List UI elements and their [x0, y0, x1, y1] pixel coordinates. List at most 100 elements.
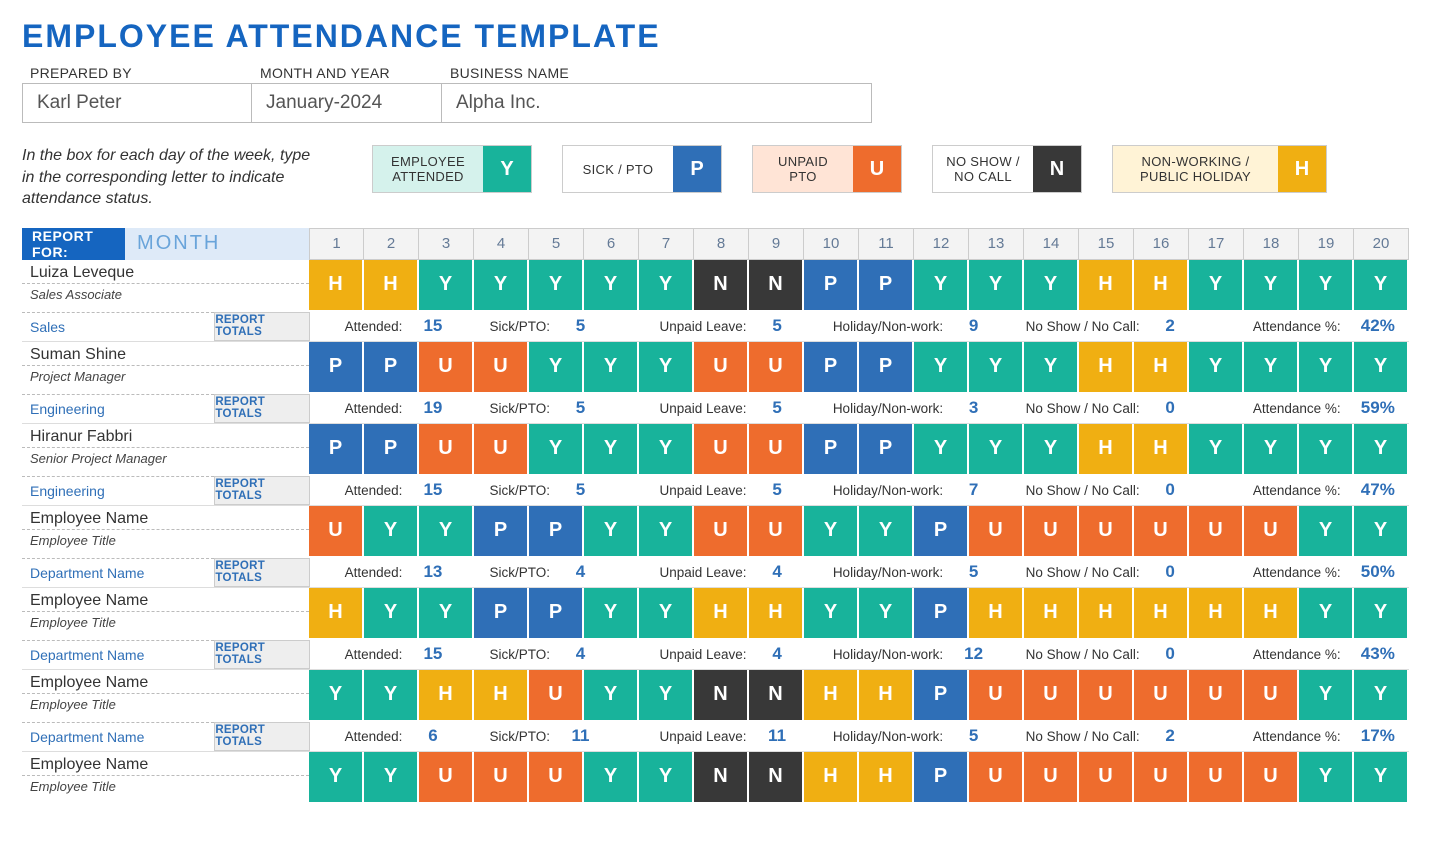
attendance-cell[interactable]: Y [914, 342, 969, 394]
attendance-cell[interactable]: Y [1354, 588, 1409, 640]
attendance-cell[interactable]: Y [309, 752, 364, 804]
attendance-cell[interactable]: Y [1024, 342, 1079, 394]
attendance-cell[interactable]: Y [529, 260, 584, 312]
employee-name[interactable]: Hiranur Fabbri [22, 424, 309, 448]
attendance-cell[interactable]: U [474, 424, 529, 476]
attendance-cell[interactable]: N [749, 670, 804, 722]
attendance-cell[interactable]: Y [859, 588, 914, 640]
attendance-cell[interactable]: U [1079, 670, 1134, 722]
attendance-cell[interactable]: U [1244, 506, 1299, 558]
employee-name[interactable]: Employee Name [22, 506, 309, 530]
department[interactable]: Sales [22, 312, 214, 341]
attendance-cell[interactable]: Y [584, 670, 639, 722]
department[interactable]: Engineering [22, 476, 214, 505]
attendance-cell[interactable]: H [969, 588, 1024, 640]
employee-name[interactable]: Luiza Leveque [22, 260, 309, 284]
attendance-cell[interactable]: U [1244, 752, 1299, 804]
attendance-cell[interactable]: Y [584, 260, 639, 312]
employee-title[interactable]: Employee Title [22, 694, 309, 716]
attendance-cell[interactable]: Y [1354, 260, 1409, 312]
attendance-cell[interactable]: H [474, 670, 529, 722]
attendance-cell[interactable]: U [529, 670, 584, 722]
attendance-cell[interactable]: Y [859, 506, 914, 558]
attendance-cell[interactable]: H [859, 670, 914, 722]
attendance-cell[interactable]: H [1244, 588, 1299, 640]
attendance-cell[interactable]: H [309, 588, 364, 640]
attendance-cell[interactable]: Y [529, 342, 584, 394]
attendance-cell[interactable]: U [1189, 752, 1244, 804]
attendance-cell[interactable]: N [749, 260, 804, 312]
attendance-cell[interactable]: P [804, 424, 859, 476]
attendance-cell[interactable]: Y [804, 588, 859, 640]
attendance-cell[interactable]: Y [1189, 342, 1244, 394]
attendance-cell[interactable]: U [1079, 752, 1134, 804]
attendance-cell[interactable]: P [914, 588, 969, 640]
attendance-cell[interactable]: P [914, 670, 969, 722]
attendance-cell[interactable]: H [694, 588, 749, 640]
attendance-cell[interactable]: H [749, 588, 804, 640]
attendance-cell[interactable]: Y [639, 260, 694, 312]
attendance-cell[interactable]: U [749, 506, 804, 558]
attendance-cell[interactable]: U [969, 506, 1024, 558]
employee-name[interactable]: Employee Name [22, 752, 309, 776]
attendance-cell[interactable]: Y [914, 260, 969, 312]
attendance-cell[interactable]: H [1134, 424, 1189, 476]
attendance-cell[interactable]: P [529, 588, 584, 640]
employee-title[interactable]: Project Manager [22, 366, 309, 388]
report-month[interactable]: MONTH [125, 228, 309, 260]
attendance-cell[interactable]: U [1244, 670, 1299, 722]
attendance-cell[interactable]: U [1134, 506, 1189, 558]
employee-title[interactable]: Employee Title [22, 776, 309, 798]
attendance-cell[interactable]: U [309, 506, 364, 558]
attendance-cell[interactable]: Y [1244, 424, 1299, 476]
attendance-cell[interactable]: P [914, 752, 969, 804]
attendance-cell[interactable]: Y [584, 506, 639, 558]
attendance-cell[interactable]: U [1134, 752, 1189, 804]
attendance-cell[interactable]: Y [1299, 342, 1354, 394]
attendance-cell[interactable]: U [419, 752, 474, 804]
attendance-cell[interactable]: P [914, 506, 969, 558]
attendance-cell[interactable]: H [1134, 260, 1189, 312]
attendance-cell[interactable]: U [474, 752, 529, 804]
attendance-cell[interactable]: Y [1024, 260, 1079, 312]
attendance-cell[interactable]: N [694, 260, 749, 312]
attendance-cell[interactable]: Y [364, 588, 419, 640]
attendance-cell[interactable]: Y [474, 260, 529, 312]
attendance-cell[interactable]: U [969, 670, 1024, 722]
attendance-cell[interactable]: U [1024, 752, 1079, 804]
attendance-cell[interactable]: H [309, 260, 364, 312]
attendance-cell[interactable]: Y [364, 506, 419, 558]
attendance-cell[interactable]: Y [914, 424, 969, 476]
employee-title[interactable]: Employee Title [22, 530, 309, 552]
attendance-cell[interactable]: P [364, 424, 419, 476]
attendance-cell[interactable]: Y [1299, 588, 1354, 640]
attendance-cell[interactable]: P [859, 260, 914, 312]
attendance-cell[interactable]: H [1079, 342, 1134, 394]
attendance-cell[interactable]: Y [1354, 424, 1409, 476]
attendance-cell[interactable]: U [969, 752, 1024, 804]
attendance-cell[interactable]: U [1189, 506, 1244, 558]
department[interactable]: Department Name [22, 722, 214, 751]
attendance-cell[interactable]: Y [364, 752, 419, 804]
attendance-cell[interactable]: Y [1354, 342, 1409, 394]
business-value[interactable]: Alpha Inc. [442, 83, 872, 123]
attendance-cell[interactable]: Y [639, 588, 694, 640]
employee-title[interactable]: Sales Associate [22, 284, 309, 306]
attendance-cell[interactable]: H [1189, 588, 1244, 640]
attendance-cell[interactable]: Y [639, 342, 694, 394]
attendance-cell[interactable]: U [1024, 670, 1079, 722]
attendance-cell[interactable]: N [694, 752, 749, 804]
attendance-cell[interactable]: P [309, 342, 364, 394]
attendance-cell[interactable]: Y [1244, 342, 1299, 394]
employee-name[interactable]: Employee Name [22, 588, 309, 612]
attendance-cell[interactable]: P [859, 424, 914, 476]
attendance-cell[interactable]: Y [309, 670, 364, 722]
attendance-cell[interactable]: U [749, 342, 804, 394]
attendance-cell[interactable]: Y [1299, 670, 1354, 722]
attendance-cell[interactable]: Y [1354, 506, 1409, 558]
attendance-cell[interactable]: Y [1189, 260, 1244, 312]
attendance-cell[interactable]: P [364, 342, 419, 394]
attendance-cell[interactable]: H [859, 752, 914, 804]
attendance-cell[interactable]: Y [1354, 670, 1409, 722]
month-year-value[interactable]: January-2024 [252, 83, 442, 123]
